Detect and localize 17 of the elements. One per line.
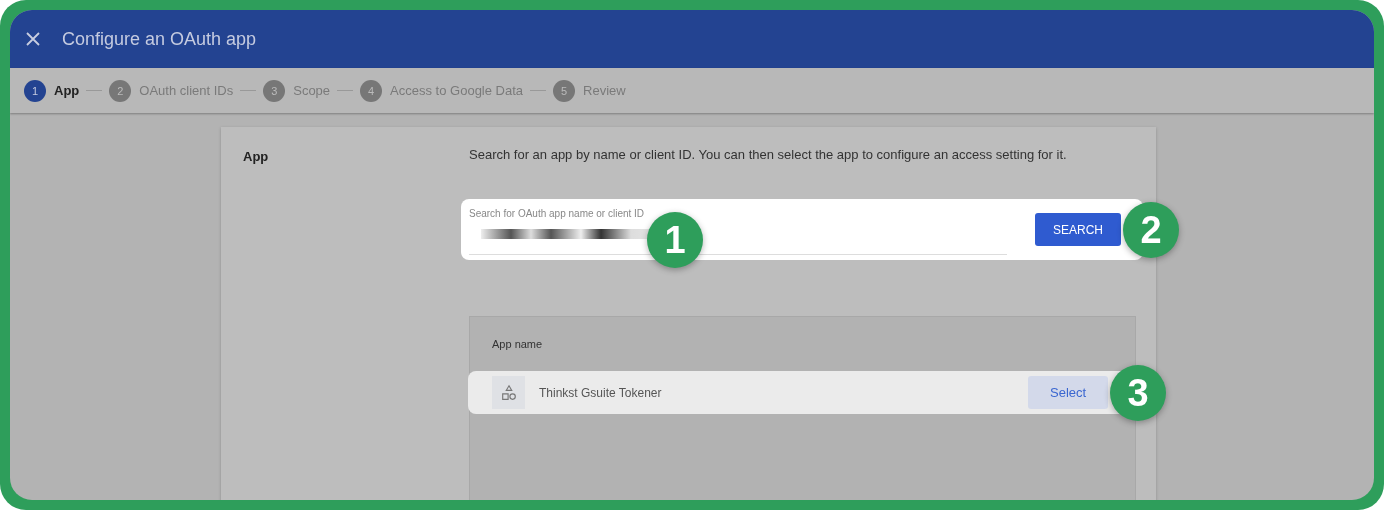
step-tab[interactable]: 5 Review [553,79,626,102]
callout-number: 2 [1123,202,1179,258]
section-title: App [243,149,269,164]
section-description: Search for an app by name or client ID. You can then select the app to configure an access setting for it. [469,147,1068,162]
app-name: Thinkst Gsuite Tokener [539,385,662,400]
close-icon[interactable] [26,32,40,46]
search-button[interactable]: SEARCH [1035,213,1121,246]
callout-number: 1 [647,212,703,268]
step-tab[interactable]: 3 Scope [263,79,331,102]
select-button[interactable]: Select [1028,376,1108,409]
callout-number: 3 [1110,365,1166,421]
step-tab[interactable]: 1 App [24,79,80,102]
step-tab[interactable]: 2 OAuth client IDs [109,79,234,102]
window-title: Configure an OAuth app [62,28,257,50]
shapes-icon [492,376,525,409]
column-header: App name [492,338,543,350]
step-tab[interactable]: 4 Access to Google Data [360,79,524,102]
